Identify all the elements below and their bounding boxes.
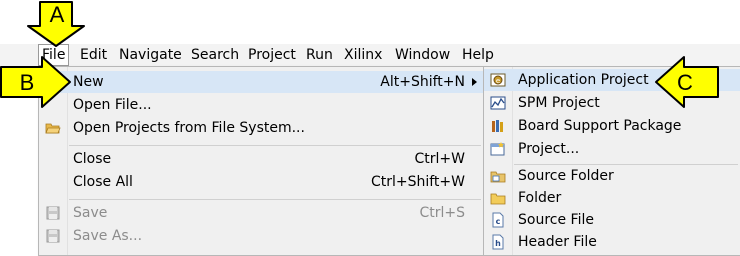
callout-c-label: C <box>677 70 693 95</box>
callout-overlay <box>0 1 719 108</box>
callout-a-label: A <box>49 2 65 27</box>
callout-b-label: B <box>19 70 35 95</box>
